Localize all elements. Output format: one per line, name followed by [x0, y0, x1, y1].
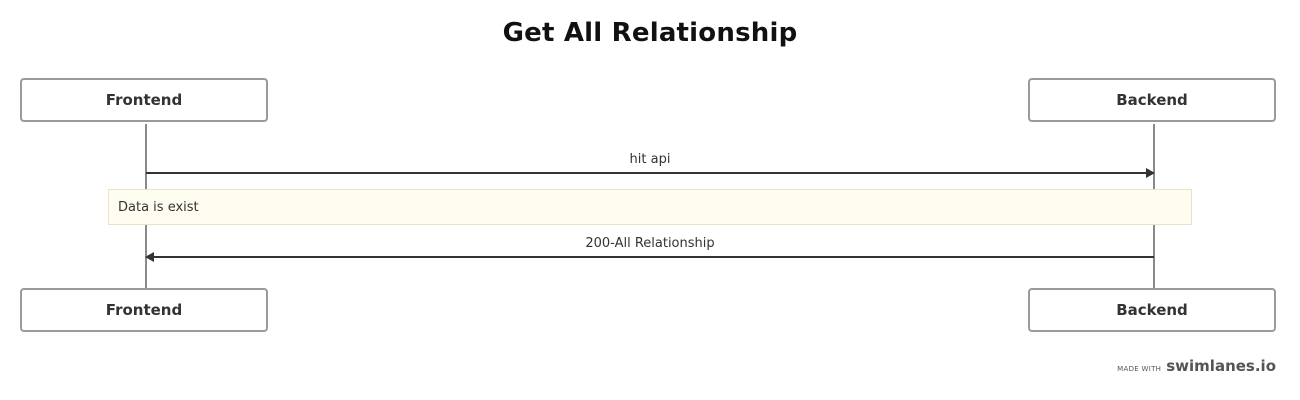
actor-label: Frontend: [105, 91, 183, 109]
made-with-label: MADE WITH: [1117, 365, 1162, 373]
message-label-hit-api: hit api: [629, 152, 671, 167]
made-with-footer[interactable]: MADE WITH swimlanes.io: [1117, 357, 1276, 375]
swimlanes-brand-link[interactable]: swimlanes.io: [1166, 357, 1276, 375]
actor-label: Backend: [1116, 91, 1188, 109]
note-box: Data is exist: [108, 189, 1192, 225]
actor-label: Backend: [1116, 301, 1188, 319]
message-label-200-all-relationship: 200-All Relationship: [585, 236, 715, 251]
diagram-title: Get All Relationship: [502, 18, 798, 48]
actor-backend-bottom: Backend: [1028, 288, 1276, 332]
actor-backend-top: Backend: [1028, 78, 1276, 122]
actor-frontend-top: Frontend: [20, 78, 268, 122]
message-arrow-200-all-relationship: [154, 256, 1154, 258]
arrowhead-right-icon: [1146, 168, 1155, 178]
message-arrow-hit-api: [146, 172, 1146, 174]
actor-frontend-bottom: Frontend: [20, 288, 268, 332]
note-text: Data is exist: [118, 199, 199, 215]
arrowhead-left-icon: [145, 252, 154, 262]
actor-label: Frontend: [105, 301, 183, 319]
